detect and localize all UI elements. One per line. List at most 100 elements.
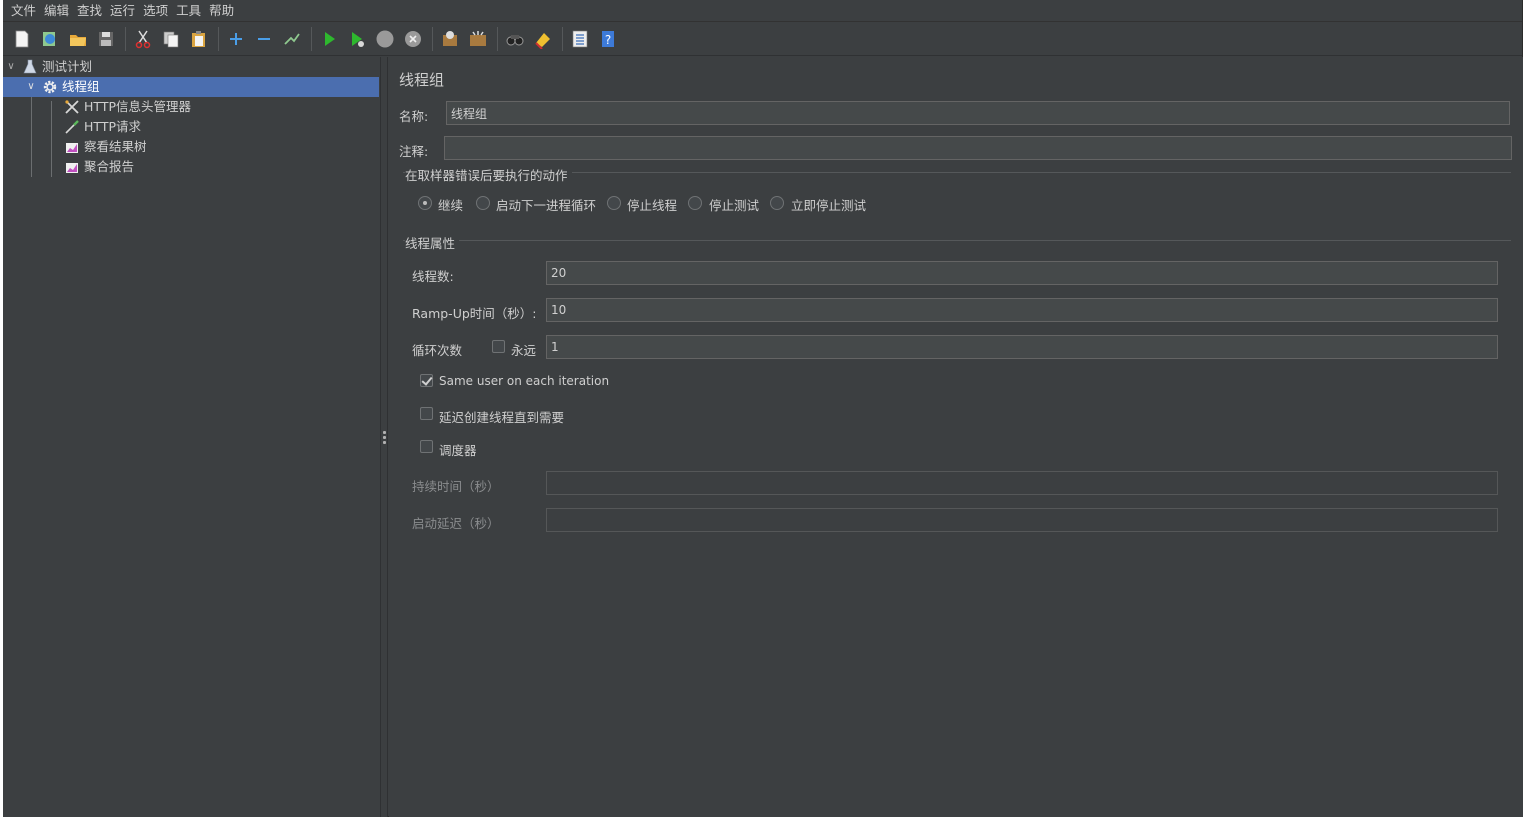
splitter-grip bbox=[383, 431, 386, 434]
radio-start-next-loop[interactable] bbox=[476, 196, 490, 210]
cut-icon[interactable] bbox=[130, 26, 156, 52]
menu-search[interactable]: 查找 bbox=[73, 0, 106, 22]
tree-node-test-plan[interactable]: ∨ 测试计划 bbox=[5, 57, 380, 77]
clear-all-icon[interactable] bbox=[465, 26, 491, 52]
threads-input[interactable] bbox=[546, 261, 1498, 285]
function-helper-icon[interactable] bbox=[567, 26, 593, 52]
rampup-label: Ramp-Up时间（秒）: bbox=[412, 306, 537, 321]
menu-file[interactable]: 文件 bbox=[7, 0, 40, 22]
startup-delay-label: 启动延迟（秒） bbox=[412, 516, 500, 531]
forever-checkbox[interactable] bbox=[492, 340, 505, 353]
tree-node-aggregate-report[interactable]: 聚合报告 bbox=[63, 157, 134, 177]
radio-stop-test-now-label: 立即停止测试 bbox=[791, 198, 867, 213]
scheduler-label: 调度器 bbox=[439, 443, 477, 458]
rampup-input[interactable] bbox=[546, 298, 1498, 322]
start-no-pause-icon[interactable] bbox=[344, 26, 370, 52]
same-user-label: Same user on each iteration bbox=[439, 374, 610, 388]
flask-icon bbox=[21, 58, 39, 76]
menu-edit[interactable]: 编辑 bbox=[40, 0, 73, 22]
shutdown-icon[interactable] bbox=[400, 26, 426, 52]
tree-node-label: 测试计划 bbox=[42, 59, 93, 74]
jmeter-window: 文件 编辑 查找 运行 选项 工具 帮助 ? ∨ 测试计划 ∨ 线程组 HTTP… bbox=[3, 0, 1523, 817]
tree-node-thread-group[interactable]: ∨ 线程组 bbox=[3, 77, 379, 97]
svg-text:?: ? bbox=[605, 33, 611, 47]
scheduler-checkbox[interactable] bbox=[420, 440, 433, 453]
delay-thread-creation-checkbox[interactable] bbox=[420, 407, 433, 420]
stop-icon[interactable] bbox=[372, 26, 398, 52]
name-label: 名称: bbox=[399, 109, 429, 124]
menu-run[interactable]: 运行 bbox=[106, 0, 139, 22]
chart-icon bbox=[63, 158, 81, 176]
same-user-checkbox[interactable] bbox=[420, 374, 433, 387]
tree-node-label: 聚合报告 bbox=[84, 159, 135, 174]
forever-label: 永远 bbox=[511, 343, 537, 358]
collapse-icon[interactable] bbox=[251, 26, 277, 52]
radio-stop-test[interactable] bbox=[688, 196, 702, 210]
start-icon[interactable] bbox=[316, 26, 342, 52]
duration-label: 持续时间（秒） bbox=[412, 479, 500, 494]
templates-icon[interactable] bbox=[37, 26, 63, 52]
radio-continue-label: 继续 bbox=[438, 198, 464, 213]
clear-icon[interactable] bbox=[437, 26, 463, 52]
pipette-icon bbox=[63, 118, 81, 136]
startup-delay-input[interactable] bbox=[546, 508, 1498, 532]
save-icon[interactable] bbox=[93, 26, 119, 52]
copy-icon[interactable] bbox=[158, 26, 184, 52]
menu-help[interactable]: 帮助 bbox=[205, 0, 238, 22]
tree-node-view-results-tree[interactable]: 察看结果树 bbox=[63, 137, 147, 157]
splitter-handle[interactable] bbox=[380, 57, 388, 817]
menu-options[interactable]: 选项 bbox=[139, 0, 172, 22]
tree-node-label: HTTP信息头管理器 bbox=[84, 99, 191, 114]
comment-label: 注释: bbox=[399, 144, 429, 159]
expand-icon[interactable] bbox=[223, 26, 249, 52]
section-divider bbox=[403, 240, 1511, 241]
threads-label: 线程数: bbox=[412, 269, 454, 284]
radio-stop-thread-label: 停止线程 bbox=[627, 198, 678, 213]
comment-input[interactable] bbox=[444, 136, 1512, 160]
radio-stop-thread[interactable] bbox=[607, 196, 621, 210]
radio-continue[interactable] bbox=[418, 196, 432, 210]
help-icon[interactable]: ? bbox=[595, 26, 621, 52]
delay-thread-creation-label: 延迟创建线程直到需要 bbox=[439, 410, 565, 425]
toolbar: ? bbox=[3, 22, 1522, 56]
search-icon[interactable] bbox=[502, 26, 528, 52]
radio-stop-test-label: 停止测试 bbox=[709, 198, 760, 213]
chevron-down-icon[interactable]: ∨ bbox=[5, 57, 17, 77]
toolbar-separator bbox=[432, 26, 433, 51]
chart-icon bbox=[63, 138, 81, 156]
duration-input[interactable] bbox=[546, 471, 1498, 495]
tree-node-label: HTTP请求 bbox=[84, 119, 141, 134]
menu-tools[interactable]: 工具 bbox=[172, 0, 205, 22]
open-icon[interactable] bbox=[65, 26, 91, 52]
loop-count-label: 循环次数 bbox=[412, 343, 463, 358]
tree-node-label: 线程组 bbox=[62, 79, 100, 94]
tools-icon bbox=[63, 98, 81, 116]
menu-bar: 文件 编辑 查找 运行 选项 工具 帮助 bbox=[3, 0, 1522, 22]
chevron-down-icon[interactable]: ∨ bbox=[25, 77, 37, 97]
tree-node-http-header-manager[interactable]: HTTP信息头管理器 bbox=[63, 97, 191, 117]
radio-start-next-loop-label: 启动下一进程循环 bbox=[496, 198, 597, 213]
thread-props-section-title: 线程属性 bbox=[405, 233, 460, 252]
loop-count-input[interactable] bbox=[546, 335, 1498, 359]
new-icon[interactable] bbox=[9, 26, 35, 52]
toolbar-separator bbox=[562, 26, 563, 51]
gear-icon bbox=[41, 78, 59, 96]
radio-stop-test-now[interactable] bbox=[770, 196, 784, 210]
reset-search-icon[interactable] bbox=[530, 26, 556, 52]
splitter-grip bbox=[383, 441, 386, 444]
toolbar-separator bbox=[311, 26, 312, 51]
panel-title: 线程组 bbox=[399, 71, 445, 89]
toolbar-separator bbox=[218, 26, 219, 51]
thread-group-panel: 线程组 名称: 注释: 在取样器错误后要执行的动作 继续 启动下一进程循环 停止… bbox=[389, 57, 1523, 817]
tree-node-label: 察看结果树 bbox=[84, 139, 147, 154]
toolbar-separator bbox=[497, 26, 498, 51]
tree-guide-line bbox=[51, 101, 52, 177]
splitter-grip bbox=[383, 436, 386, 439]
error-action-section-title: 在取样器错误后要执行的动作 bbox=[405, 165, 572, 184]
toggle-icon[interactable] bbox=[279, 26, 305, 52]
tree-node-http-request[interactable]: HTTP请求 bbox=[63, 117, 141, 137]
paste-icon[interactable] bbox=[186, 26, 212, 52]
name-input[interactable] bbox=[446, 101, 1510, 125]
test-plan-tree: ∨ 测试计划 ∨ 线程组 HTTP信息头管理器 HTTP请求 察看结果树 聚合报… bbox=[3, 57, 380, 817]
toolbar-separator bbox=[125, 26, 126, 51]
